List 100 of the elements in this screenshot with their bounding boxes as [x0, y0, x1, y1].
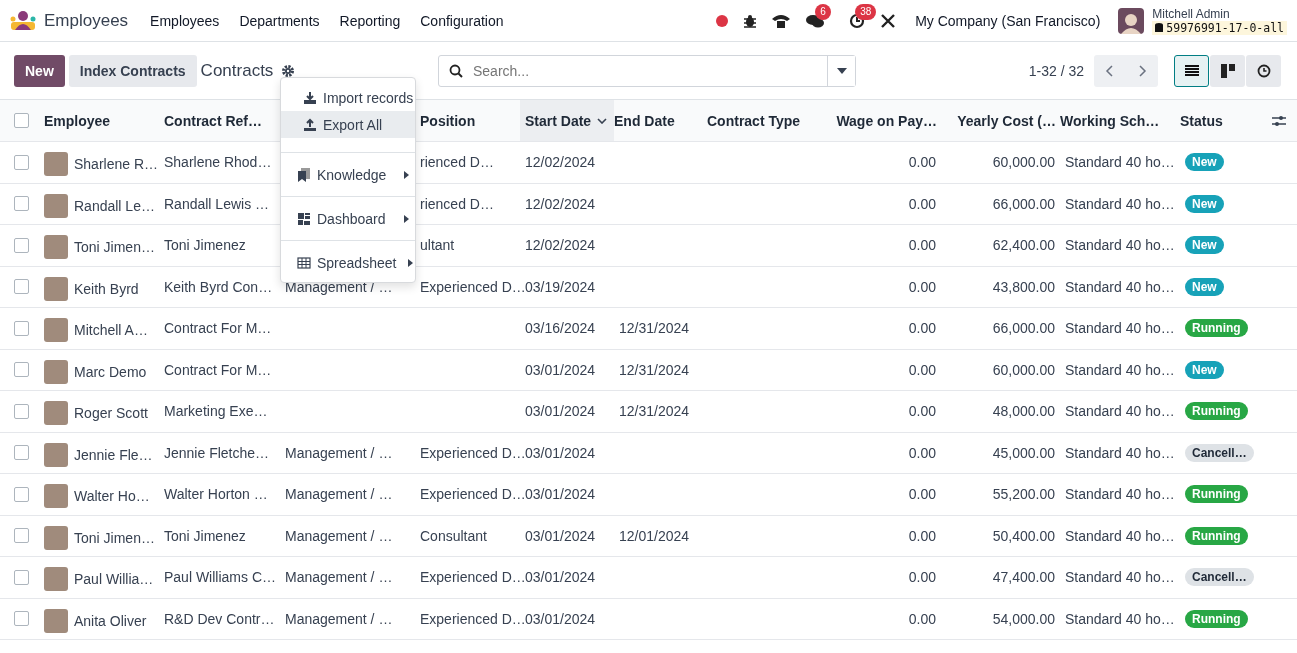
- column-header[interactable]: Contract Ref…: [164, 112, 262, 129]
- user-name[interactable]: Mitchell Admin: [1152, 6, 1287, 21]
- table-cell: 12/02/2024: [525, 154, 596, 171]
- caret-icon: [836, 67, 847, 74]
- table-cell: 12/31/2024: [619, 361, 690, 378]
- row-checkbox[interactable]: [14, 196, 29, 212]
- message-count-badge: 6: [815, 3, 831, 20]
- table-icon: [297, 255, 311, 270]
- status-label: New: [1185, 360, 1224, 379]
- table-cell: 0.00: [908, 237, 936, 254]
- avatar-placeholder: [44, 567, 68, 592]
- table-cell: 03/01/2024: [525, 486, 596, 503]
- table-cell: Standard 40 ho…: [1065, 403, 1175, 420]
- table-cell: 0.00: [908, 278, 936, 295]
- activity-count-badge: 38: [855, 3, 877, 20]
- index-button[interactable]: Index Contracts: [68, 54, 197, 87]
- kanban-icon: [1219, 62, 1236, 79]
- table-cell: 0.00: [908, 486, 936, 503]
- avatar-placeholder: [44, 442, 68, 467]
- table-cell: 0.00: [908, 403, 936, 420]
- table-cell: Standard 40 ho…: [1065, 278, 1175, 295]
- table-cell: Standard 40 ho…: [1065, 444, 1175, 461]
- select-all-checkbox[interactable]: [14, 113, 29, 128]
- column-header[interactable]: Employee: [44, 112, 111, 129]
- table-cell: Standard 40 ho…: [1065, 195, 1175, 212]
- table-cell: 0.00: [908, 527, 936, 544]
- table-cell: 03/01/2024: [525, 403, 596, 420]
- table-cell: 0.00: [908, 361, 936, 378]
- menu-item[interactable]: Departments: [229, 12, 330, 29]
- row-checkbox[interactable]: [14, 403, 29, 419]
- table-cell: Experienced D…: [420, 569, 526, 586]
- row-checkbox[interactable]: [14, 362, 29, 378]
- menu-item[interactable]: Employees: [140, 12, 230, 29]
- table-cell: rienced D…: [420, 154, 494, 171]
- row-checkbox[interactable]: [14, 279, 29, 295]
- status-label: Running: [1185, 485, 1248, 504]
- row-checkbox[interactable]: [14, 445, 29, 461]
- column-header[interactable]: End Date: [614, 112, 675, 129]
- caret-right-icon: [404, 214, 409, 223]
- company-switcher[interactable]: My Company (San Francisco): [915, 12, 1101, 29]
- row-checkbox[interactable]: [14, 320, 29, 336]
- view-switch-button[interactable]: [1210, 54, 1245, 87]
- menu-item[interactable]: Import records: [281, 84, 415, 111]
- menu-item[interactable]: Knowledge: [281, 161, 415, 188]
- table-cell: Roger Scott: [74, 405, 148, 422]
- table-cell: 12/01/2024: [619, 527, 690, 544]
- avatar-placeholder: [44, 401, 68, 426]
- menu-item[interactable]: Spreadsheet: [281, 249, 415, 276]
- table-cell: Standard 40 ho…: [1065, 237, 1175, 254]
- column-header[interactable]: Wage on Pay…: [836, 112, 937, 129]
- table-cell: 0.00: [908, 610, 936, 627]
- table-cell: Standard 40 ho…: [1065, 486, 1175, 503]
- bug-icon[interactable]: [743, 13, 758, 28]
- phone-icon[interactable]: [771, 12, 792, 29]
- row-checkbox[interactable]: [14, 486, 29, 502]
- row-checkbox[interactable]: [14, 154, 29, 170]
- gear-icon[interactable]: [281, 63, 296, 78]
- new-button[interactable]: New: [14, 54, 65, 87]
- upload-icon: [303, 117, 317, 132]
- breadcrumb-title: Contracts: [200, 60, 274, 81]
- table-cell: Management / …: [285, 444, 393, 461]
- table-cell: 12/02/2024: [525, 237, 596, 254]
- status-label: Running: [1185, 402, 1248, 421]
- row-checkbox[interactable]: [14, 611, 29, 627]
- column-header[interactable]: Contract Type: [707, 112, 801, 129]
- table-cell: Toni Jimenez: [164, 527, 246, 544]
- search-options-button[interactable]: [827, 55, 855, 86]
- table-cell: Experienced D…: [420, 278, 526, 295]
- menu-item[interactable]: Export All: [281, 111, 415, 138]
- column-header[interactable]: Position: [420, 112, 476, 129]
- view-switch-button[interactable]: [1246, 54, 1281, 87]
- column-header[interactable]: Yearly Cost (…: [957, 112, 1056, 129]
- menu-item[interactable]: Dashboard: [281, 205, 415, 232]
- settings-icon[interactable]: [1271, 113, 1287, 128]
- search-field[interactable]: Search...: [469, 56, 827, 85]
- column-header[interactable]: Status: [1180, 112, 1223, 129]
- search-bar[interactable]: Search...: [438, 54, 856, 87]
- row-checkbox[interactable]: [14, 528, 29, 544]
- menu-item[interactable]: Configuration: [410, 12, 514, 29]
- pager-value[interactable]: 1-32 / 32: [1028, 62, 1084, 79]
- table-cell: Toni Jimenez: [164, 237, 246, 254]
- table-cell: 03/01/2024: [525, 610, 596, 627]
- table-cell: Sharlene Rhod…: [164, 154, 272, 171]
- table-cell: 45,000.00: [992, 444, 1055, 461]
- menu-item[interactable]: Reporting: [329, 12, 411, 29]
- avatar-placeholder: [44, 484, 68, 509]
- row-checkbox[interactable]: [14, 569, 29, 585]
- record-icon[interactable]: [715, 13, 730, 28]
- column-header[interactable]: Working Sch…: [1060, 112, 1160, 129]
- user-avatar[interactable]: [1118, 7, 1145, 34]
- table-cell: Standard 40 ho…: [1065, 610, 1175, 627]
- table-cell: Consultant: [420, 527, 487, 544]
- row-checkbox[interactable]: [14, 237, 29, 253]
- table-cell: Toni Jimen…: [74, 529, 155, 546]
- view-switch-button[interactable]: [1174, 54, 1209, 87]
- table-cell: 03/19/2024: [525, 278, 596, 295]
- sort-caret-icon: [597, 117, 608, 124]
- app-name[interactable]: Employees: [44, 10, 129, 31]
- table-cell: Sharlene R…: [74, 156, 159, 173]
- status-label: New: [1185, 194, 1224, 213]
